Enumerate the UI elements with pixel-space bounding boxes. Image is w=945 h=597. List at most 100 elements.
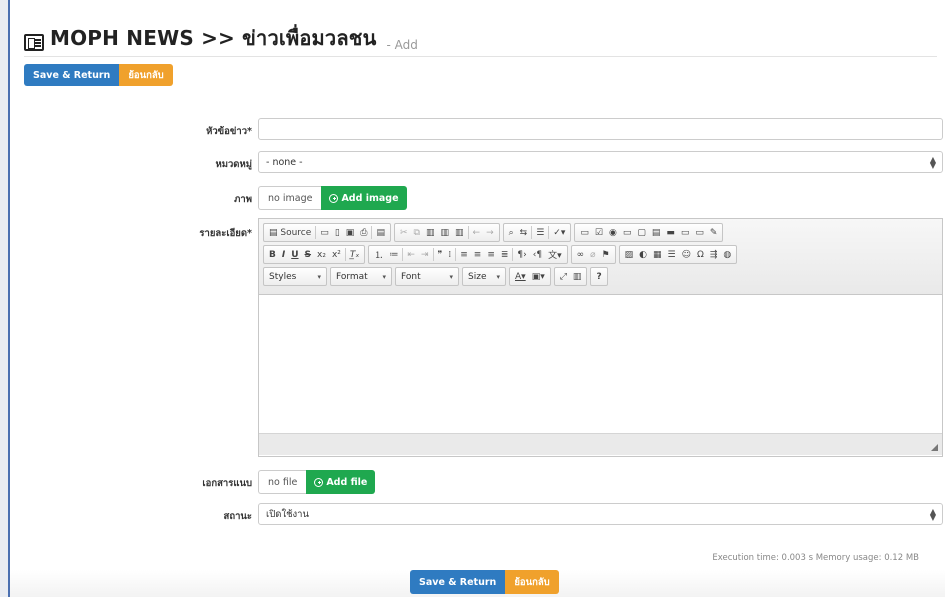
headline-label: หัวข้อข่าว* (206, 126, 252, 137)
redo-icon[interactable]: → (483, 224, 497, 241)
add-file-label: Add file (326, 476, 368, 488)
italic-icon[interactable]: I (279, 246, 288, 263)
iframe-globe-icon[interactable]: ◍ (720, 246, 734, 263)
resize-handle-icon[interactable] (931, 444, 938, 451)
save-return-button-top[interactable]: Save & Return (24, 64, 120, 86)
strike-icon[interactable]: S (302, 246, 314, 263)
status-label: สถานะ (223, 511, 252, 522)
paste-text-icon[interactable]: ▥ (438, 224, 453, 241)
align-left-icon[interactable]: ≡ (457, 246, 471, 263)
align-right-icon[interactable]: ≡ (484, 246, 498, 263)
image-icon[interactable]: ▨ (622, 246, 637, 263)
save-return-button-bottom[interactable]: Save & Return (410, 570, 506, 594)
special-char-icon[interactable]: Ω (694, 246, 707, 263)
source-button[interactable]: ▤ Source (266, 224, 314, 241)
format-label: Format (336, 271, 368, 282)
paste-icon[interactable]: ▥ (423, 224, 438, 241)
outdent-icon[interactable]: ⇤ (404, 246, 418, 263)
button-field-icon[interactable]: ▬ (663, 224, 678, 241)
editor-toolbar: ▤ Source ▭ ▯ ▣ ⎙ ▤ ✂ ⧉ ▥ ▥ ▥ ← → ⌕ ⇆ ☰ ✓… (259, 219, 942, 295)
headline-input[interactable] (258, 118, 943, 140)
image-label: ภาพ (234, 194, 252, 205)
image-button-icon[interactable]: ▭ (678, 224, 693, 241)
numbered-list-icon[interactable]: ⒈ (371, 246, 386, 263)
help-icon[interactable]: ? (593, 268, 604, 285)
select-arrows-icon: ▲ ▼ (929, 155, 936, 170)
checkbox-icon[interactable]: ☑ (592, 224, 606, 241)
size-dropdown[interactable]: Size ▾ (462, 267, 506, 286)
format-dropdown[interactable]: Format ▾ (330, 267, 392, 286)
link-icon[interactable]: ∞ (574, 246, 588, 263)
find-icon[interactable]: ⌕ (506, 224, 517, 241)
bg-color-icon[interactable]: ▣▾ (529, 268, 548, 285)
indent-icon[interactable]: ⇥ (418, 246, 432, 263)
show-blocks-icon[interactable]: ▥ (570, 268, 585, 285)
bullet-list-icon[interactable]: ≔ (386, 246, 401, 263)
undo-icon[interactable]: ← (470, 224, 484, 241)
clear-format-icon[interactable]: T̲ₓ (347, 246, 363, 263)
status-select[interactable]: เปิดใช้งาน ▲ ▼ (258, 503, 943, 525)
back-button-top[interactable]: ย้อนกลับ (119, 64, 173, 86)
language-icon[interactable]: 文▾ (545, 246, 565, 263)
hidden-field-icon[interactable]: ▭ (692, 224, 707, 241)
radio-icon[interactable]: ◉ (606, 224, 620, 241)
blockquote-icon[interactable]: ❞ (435, 246, 446, 263)
font-dropdown[interactable]: Font ▾ (395, 267, 459, 286)
toolbar-separator (467, 226, 469, 239)
textarea-icon[interactable]: ▢ (634, 224, 649, 241)
add-image-label: Add image (341, 192, 399, 204)
remove-format-icon[interactable]: ✎ (707, 224, 721, 241)
toolbar-separator (371, 226, 373, 239)
add-image-button[interactable]: Add image (321, 186, 407, 210)
attachment-label: เอกสารแนบ (202, 478, 252, 489)
page-title: MOPH NEWS >> ข่าวเพื่อมวลชน (50, 26, 377, 50)
div-container-icon[interactable]: ⁞ (445, 246, 454, 263)
superscript-icon[interactable]: x² (329, 246, 344, 263)
print-icon[interactable]: ⎙ (357, 224, 370, 241)
unlink-icon[interactable]: ⌀ (587, 246, 598, 263)
editor-status-bar (259, 433, 942, 455)
smiley-icon[interactable]: ☺ (679, 246, 694, 263)
toolbar-row-1: ▤ Source ▭ ▯ ▣ ⎙ ▤ ✂ ⧉ ▥ ▥ ▥ ← → ⌕ ⇆ ☰ ✓… (263, 223, 938, 242)
templates-icon[interactable]: ▤ (373, 224, 388, 241)
new-page-icon[interactable]: ▯ (332, 224, 343, 241)
spellcheck-icon[interactable]: ✓▾ (550, 224, 568, 241)
select-arrows-icon: ▲ ▼ (929, 507, 936, 522)
page-break-icon[interactable]: ⇶ (707, 246, 721, 263)
select-field-icon[interactable]: ▤ (649, 224, 664, 241)
anchor-flag-icon[interactable]: ⚑ (599, 246, 613, 263)
subscript-icon[interactable]: x₂ (314, 246, 329, 263)
toolbar-row-2: B I U S x₂ x² T̲ₓ ⒈ ≔ ⇤ ⇥ ❞ ⁞ ≡ ≡ ≡ ≣ ¶›… (263, 245, 938, 264)
chevron-down-icon: ▾ (496, 272, 500, 281)
maximize-icon[interactable]: ⤢ (557, 268, 570, 285)
textfield-icon[interactable]: ▭ (620, 224, 635, 241)
styles-dropdown[interactable]: Styles ▾ (263, 267, 327, 286)
align-justify-icon[interactable]: ≣ (498, 246, 512, 263)
ltr-icon[interactable]: ¶› (514, 246, 529, 263)
align-center-icon[interactable]: ≡ (471, 246, 485, 263)
chevron-down-icon: ▾ (449, 272, 453, 281)
text-color-icon[interactable]: A▾ (512, 268, 529, 285)
image-picker: no image Add image (258, 186, 407, 210)
status-selected-value: เปิดใช้งาน (266, 508, 310, 520)
underline-icon[interactable]: U (288, 246, 301, 263)
execution-info: Execution time: 0.003 s Memory usage: 0.… (712, 553, 919, 563)
form-icon[interactable]: ▭ (577, 224, 592, 241)
paste-word-icon[interactable]: ▥ (452, 224, 467, 241)
preview-icon[interactable]: ▣ (343, 224, 358, 241)
category-select[interactable]: - none - ▲ ▼ (258, 151, 943, 173)
copy-icon[interactable]: ⧉ (411, 224, 423, 241)
editor-content-area[interactable] (259, 295, 942, 433)
select-all-icon[interactable]: ☰ (533, 224, 547, 241)
replace-icon[interactable]: ⇆ (517, 224, 531, 241)
cut-icon[interactable]: ✂ (397, 224, 411, 241)
back-button-bottom[interactable]: ย้อนกลับ (505, 570, 559, 594)
bold-icon[interactable]: B (266, 246, 279, 263)
save-icon[interactable]: ▭ (317, 224, 332, 241)
toolbar-separator (548, 226, 550, 239)
horizontal-rule-icon[interactable]: ☰ (665, 246, 679, 263)
add-file-button[interactable]: Add file (306, 470, 376, 494)
rtl-icon[interactable]: ‹¶ (530, 246, 545, 263)
flash-icon[interactable]: ◐ (636, 246, 650, 263)
table-icon[interactable]: ▦ (650, 246, 665, 263)
